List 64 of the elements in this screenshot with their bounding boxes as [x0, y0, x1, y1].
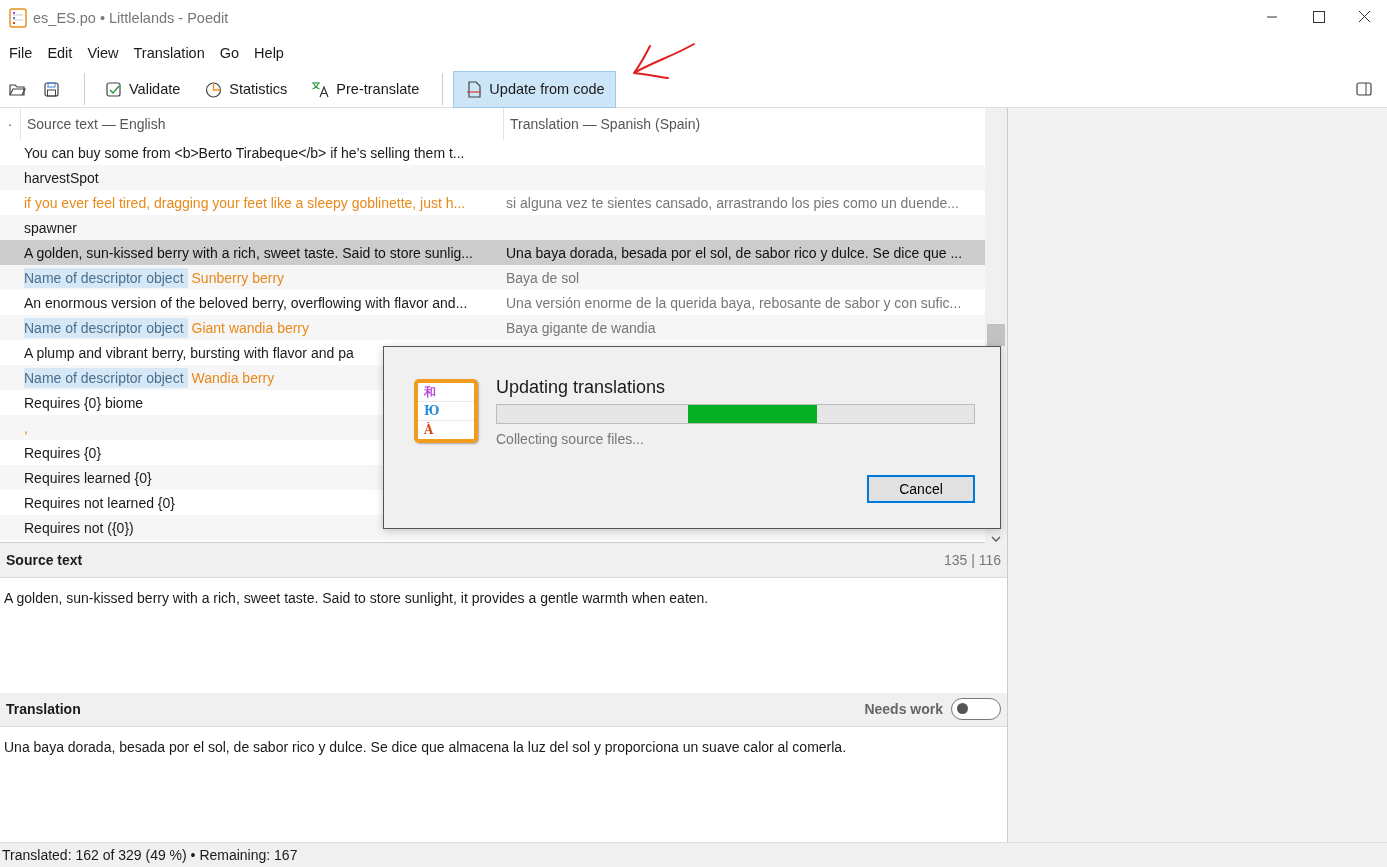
table-row[interactable]: Name of descriptor object Sunberry berry Baya de sol [0, 265, 985, 290]
source-cell: Wandia berry [191, 369, 275, 386]
source-cell: You can buy some from <b>Berto Tirabeque</b> if he’s selling them t... [24, 144, 465, 161]
sidebar-toggle-icon[interactable] [1355, 80, 1373, 98]
context-tag: Name of descriptor object [24, 367, 188, 388]
cancel-button[interactable]: Cancel [867, 475, 975, 503]
scroll-thumb[interactable] [987, 324, 1005, 346]
pane-title: Source text [6, 552, 83, 568]
source-cell: , [24, 419, 28, 436]
source-cell: An enormous version of the beloved berry, overflowing with flavor and... [24, 294, 468, 311]
table-row[interactable]: spawner [0, 215, 985, 240]
column-header[interactable]: · [0, 116, 20, 132]
source-cell: Giant wandia berry [191, 319, 310, 336]
source-cell: Requires not learned {0} [24, 494, 175, 511]
app-logo: 和 Ю À [414, 379, 478, 443]
pie-chart-icon [204, 79, 224, 99]
checkbox-icon [104, 79, 123, 99]
source-cell: harvestSpot [24, 169, 99, 186]
toolbar-button[interactable]: Statistics [195, 72, 297, 106]
source-cell: A plump and vibrant berry, bursting with flavor and pa [24, 344, 354, 361]
window-title: es_ES.po • Littlelands - Poedit [33, 9, 230, 26]
table-row[interactable]: harvestSpot [0, 165, 985, 190]
translation-cell: Baya gigante de wandia [506, 319, 656, 336]
status-message: Collecting source files... [496, 431, 645, 447]
menu-item[interactable]: File [9, 45, 33, 61]
source-cell: if you ever feel tired, dragging your feet like a sleepy goblinette, just h... [24, 194, 466, 211]
context-tag: Name of descriptor object [24, 267, 188, 288]
table-row[interactable]: Name of descriptor object Giant wandia berry Baya gigante de wandia [0, 315, 985, 340]
toggle-label: Needs work [864, 701, 943, 718]
translation-cell: Baya de sol [506, 269, 580, 286]
pane-title: Translation [6, 701, 81, 718]
menu-item[interactable]: Edit [47, 45, 73, 61]
dialog-title: Updating translations [496, 377, 667, 398]
source-cell: Sunberry berry [191, 269, 285, 286]
translate-icon [311, 79, 331, 99]
source-text: A golden, sun-kissed berry with a rich, sweet taste. Said to store sunlight, it provides a gentle warmth when eaten. [3, 588, 710, 608]
table-row[interactable]: A golden, sun-kissed berry with a rich, sweet taste. Said to store sunlig... Una baya dorada, besada por el sol, de sabor rico y dulce. Se dice que ... [0, 240, 985, 265]
menu-item[interactable]: Help [254, 45, 284, 61]
save-icon[interactable] [42, 79, 61, 99]
source-cell: spawner [24, 219, 77, 236]
character-count: 135 | 116 [943, 552, 1001, 568]
table-row[interactable]: You can buy some from <b>Berto Tirabeque</b> if he’s selling them t... [0, 140, 985, 165]
translation-cell: si alguna vez te sientes cansado, arrastrando los pies como un duende... [506, 194, 959, 211]
toolbar-button[interactable]: Update from code [453, 70, 616, 108]
context-tag: Name of descriptor object [24, 317, 188, 338]
translation-cell: Una versión enorme de la querida baya, rebosante de sabor y con sufic... [506, 294, 962, 311]
scroll-down-icon[interactable] [990, 534, 1002, 544]
table-row[interactable]: An enormous version of the beloved berry, overflowing with flavor and... Una versión enorme de la querida baya, rebosante de sabor y con sufic... [0, 290, 985, 315]
toolbar-button[interactable]: Pre-translate [302, 72, 429, 106]
translation-field[interactable]: Una baya dorada, besada por el sol, de sabor rico y dulce. Se dice que almacena la luz del sol y proporciona un suave calor al comerla. [0, 727, 1007, 842]
toolbar-button[interactable]: Validate [95, 72, 190, 106]
table-row[interactable]: if you ever feel tired, dragging your feet like a sleepy goblinette, just h... si alguna vez te sientes cansado, arrastrando los pies como un duende... [0, 190, 985, 215]
translation-cell: Una baya dorada, besada por el sol, de sabor rico y dulce. Se dice que ... [506, 244, 963, 261]
status-bar: Translated: 162 of 329 (49 %) • Remaining: 167 [0, 842, 1387, 867]
document-icon [464, 79, 484, 99]
menu-item[interactable]: Go [219, 45, 240, 61]
needs-work-toggle[interactable] [951, 698, 1001, 721]
menu-item[interactable]: Translation [133, 45, 205, 61]
menu-item[interactable]: View [87, 45, 119, 61]
column-header[interactable]: Source text — English [20, 108, 503, 140]
app-icon [9, 7, 27, 28]
source-cell: A golden, sun-kissed berry with a rich, sweet taste. Said to store sunlig... [24, 244, 473, 261]
source-cell: Requires not ({0}) [24, 519, 134, 536]
source-cell: Requires learned {0} [24, 469, 152, 486]
